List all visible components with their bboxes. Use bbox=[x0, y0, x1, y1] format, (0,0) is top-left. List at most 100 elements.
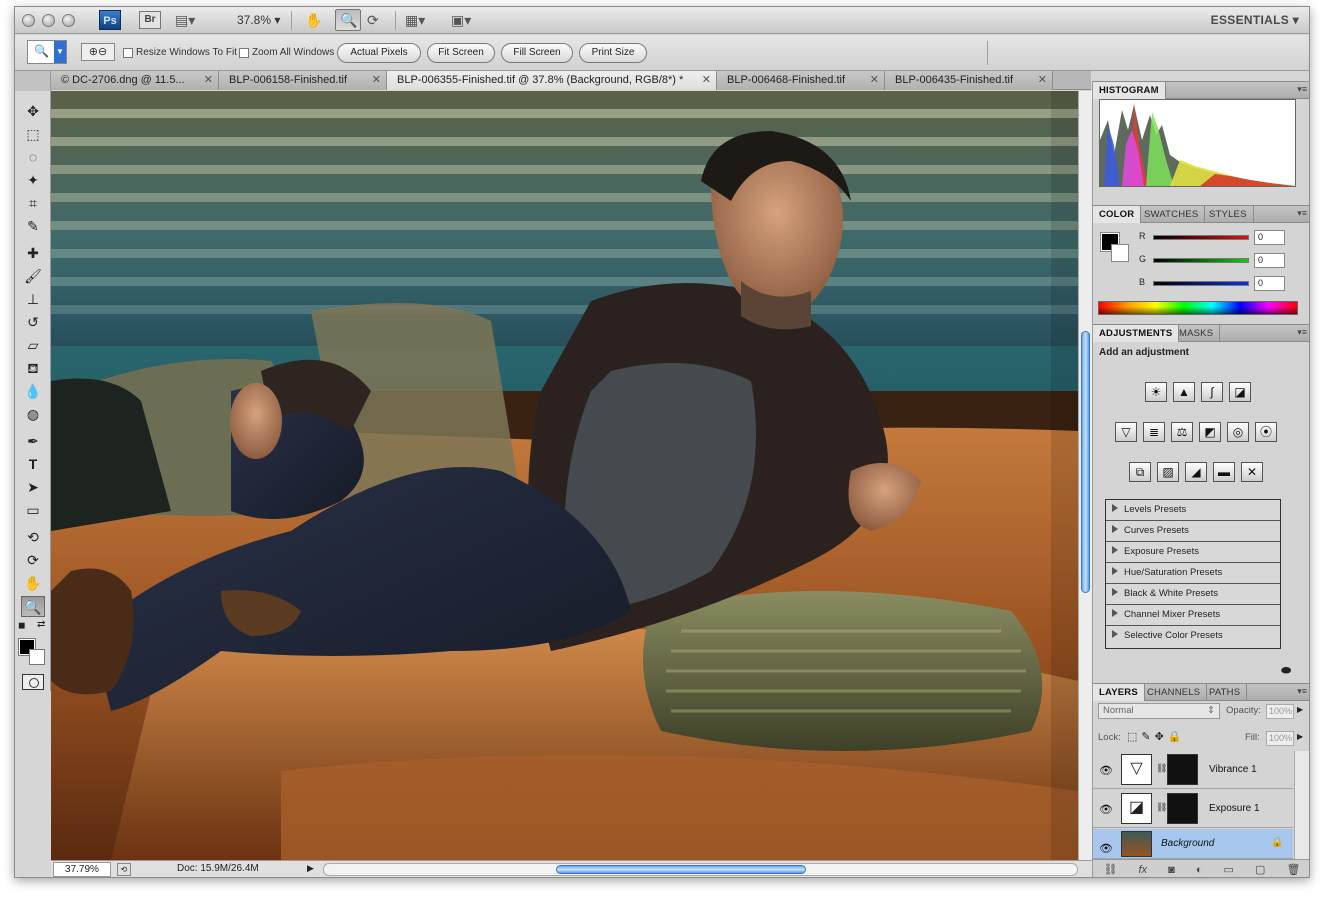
type-tool-icon[interactable]: T bbox=[21, 454, 45, 475]
tab-layers[interactable]: LAYERS bbox=[1093, 684, 1145, 701]
fill-arrow-icon[interactable]: ▶ bbox=[1297, 732, 1303, 741]
close-tab-icon[interactable]: ✕ bbox=[204, 71, 213, 89]
layer-name[interactable]: Background bbox=[1161, 838, 1214, 849]
magic-wand-tool-icon[interactable]: ✦ bbox=[21, 170, 45, 191]
dodge-tool-icon[interactable]: ◍ bbox=[21, 404, 45, 425]
minimize-window-button[interactable] bbox=[42, 14, 55, 27]
horizontal-scrollbar[interactable] bbox=[323, 863, 1078, 876]
selective-color-icon[interactable]: ✕ bbox=[1241, 462, 1263, 482]
photo-filter-icon[interactable]: ◎ bbox=[1227, 422, 1249, 442]
paint-bucket-tool-icon[interactable]: ⛾ bbox=[21, 358, 45, 379]
preset-item[interactable]: Levels Presets bbox=[1106, 500, 1280, 521]
workspace-switcher[interactable]: ESSENTIALS ▾ bbox=[1211, 13, 1299, 27]
layer-name[interactable]: Exposure 1 bbox=[1209, 803, 1260, 814]
zoom-tool-icon[interactable]: 🔍 bbox=[21, 596, 45, 617]
marquee-tool-icon[interactable]: ⬚ bbox=[21, 124, 45, 145]
green-value-field[interactable]: 0 bbox=[1254, 253, 1285, 268]
checkbox-box[interactable] bbox=[123, 47, 133, 58]
blue-slider[interactable] bbox=[1153, 281, 1249, 286]
tab-swatches[interactable]: SWATCHES bbox=[1138, 206, 1206, 223]
arrange-documents-icon[interactable]: ▦▾ bbox=[405, 12, 425, 29]
link-icon[interactable]: ⛓ bbox=[1156, 763, 1167, 774]
preset-item[interactable]: Selective Color Presets bbox=[1106, 626, 1280, 647]
preset-item[interactable]: Exposure Presets bbox=[1106, 542, 1280, 563]
eyedropper-tool-icon[interactable]: ✎ bbox=[21, 216, 45, 237]
status-info-icon[interactable]: ⟲ bbox=[117, 863, 131, 876]
panel-menu-icon[interactable]: ▾≡ bbox=[1297, 686, 1307, 697]
lasso-tool-icon[interactable]: ◌ bbox=[21, 147, 45, 168]
zoom-all-windows-checkbox[interactable]: Zoom All Windows bbox=[239, 47, 334, 58]
new-layer-icon[interactable]: ▢ bbox=[1255, 863, 1265, 876]
path-selection-tool-icon[interactable]: ➤ bbox=[21, 477, 45, 498]
view-extras-icon[interactable]: ▤▾ bbox=[175, 12, 195, 29]
color-balance-icon[interactable]: ⚖ bbox=[1171, 422, 1193, 442]
layer-mask-thumbnail[interactable] bbox=[1167, 793, 1198, 824]
black-white-icon[interactable]: ◩ bbox=[1199, 422, 1221, 442]
close-window-button[interactable] bbox=[22, 14, 35, 27]
red-value-field[interactable]: 0 bbox=[1254, 230, 1285, 245]
tab-dc-2706[interactable]: © DC-2706.dng @ 11.5... ✕ bbox=[51, 71, 219, 90]
hue-saturation-icon[interactable]: ≣ bbox=[1143, 422, 1165, 442]
tab-histogram[interactable]: HISTOGRAM bbox=[1093, 82, 1166, 99]
blue-value-field[interactable]: 0 bbox=[1254, 276, 1285, 291]
vertical-scrollbar[interactable] bbox=[1078, 91, 1092, 860]
vibrance-icon[interactable]: ▽ bbox=[1115, 422, 1137, 442]
exposure-icon[interactable]: ◪ bbox=[1229, 382, 1251, 402]
zoom-in-out-buttons[interactable]: ⊕⊖ bbox=[81, 43, 115, 61]
brush-tool-icon[interactable]: 🖌 bbox=[21, 266, 45, 287]
panel-menu-icon[interactable]: ▾≡ bbox=[1297, 208, 1307, 219]
clip-to-layer-icon[interactable]: ⬬ bbox=[1281, 663, 1291, 678]
link-layers-icon[interactable]: ⛓ bbox=[1104, 863, 1118, 876]
tab-blp-006435[interactable]: BLP-006435-Finished.tif ✕ bbox=[885, 71, 1053, 90]
vertical-scroll-thumb[interactable] bbox=[1081, 331, 1090, 593]
blur-tool-icon[interactable]: 💧 bbox=[21, 381, 45, 402]
layer-name[interactable]: Vibrance 1 bbox=[1209, 764, 1257, 775]
tab-masks[interactable]: MASKS bbox=[1173, 325, 1221, 342]
preset-item[interactable]: Channel Mixer Presets bbox=[1106, 605, 1280, 626]
close-tab-icon[interactable]: ✕ bbox=[870, 71, 879, 89]
tab-color[interactable]: COLOR bbox=[1093, 206, 1142, 223]
panel-menu-icon[interactable]: ▾≡ bbox=[1297, 84, 1307, 95]
green-slider[interactable] bbox=[1153, 258, 1249, 263]
posterize-icon[interactable]: ▨ bbox=[1157, 462, 1179, 482]
tab-styles[interactable]: STYLES bbox=[1203, 206, 1254, 223]
pen-tool-icon[interactable]: ✒ bbox=[21, 431, 45, 452]
eraser-tool-icon[interactable]: ▱ bbox=[21, 335, 45, 356]
channel-mixer-icon[interactable]: ⦿ bbox=[1255, 422, 1277, 442]
invert-icon[interactable]: ⧉ bbox=[1129, 462, 1151, 482]
actual-pixels-button[interactable]: Actual Pixels bbox=[337, 43, 421, 63]
close-tab-icon[interactable]: ✕ bbox=[372, 71, 381, 89]
tab-blp-006355[interactable]: BLP-006355-Finished.tif @ 37.8% (Backgro… bbox=[387, 71, 717, 90]
fill-field[interactable]: 100% bbox=[1266, 731, 1294, 746]
tab-paths[interactable]: PATHS bbox=[1203, 684, 1248, 701]
hand-tool-icon[interactable]: ✋ bbox=[21, 573, 45, 594]
eye-icon[interactable]: 👁 bbox=[1099, 764, 1113, 777]
preset-item[interactable]: Black & White Presets bbox=[1106, 584, 1280, 605]
zoom-window-button[interactable] bbox=[62, 14, 75, 27]
preset-item[interactable]: Curves Presets bbox=[1106, 521, 1280, 542]
layer-style-icon[interactable]: fx bbox=[1139, 864, 1148, 876]
tab-channels[interactable]: CHANNELS bbox=[1141, 684, 1208, 701]
document-canvas[interactable] bbox=[51, 91, 1078, 860]
opacity-field[interactable]: 100% bbox=[1266, 704, 1294, 719]
curves-icon[interactable]: ∫ bbox=[1201, 382, 1223, 402]
brightness-contrast-icon[interactable]: ☀ bbox=[1145, 382, 1167, 402]
layer-row[interactable]: 👁 Background 🔒 bbox=[1093, 829, 1293, 859]
layer-mask-thumbnail[interactable] bbox=[1167, 754, 1198, 785]
blend-mode-select[interactable]: Normal ⇕ bbox=[1098, 703, 1220, 719]
healing-brush-tool-icon[interactable]: ✚ bbox=[21, 243, 45, 264]
resize-windows-checkbox[interactable]: Resize Windows To Fit bbox=[123, 47, 237, 58]
3d-rotate-tool-icon[interactable]: ⟲ bbox=[21, 527, 45, 548]
fill-screen-button[interactable]: Fill Screen bbox=[501, 43, 573, 63]
launch-bridge-button[interactable]: Br bbox=[139, 11, 161, 29]
hand-tool-icon[interactable]: ✋ bbox=[305, 12, 322, 29]
zoom-level-dropdown[interactable]: 37.8% ▾ bbox=[237, 13, 280, 27]
trash-icon[interactable]: 🗑 bbox=[1286, 863, 1300, 876]
layers-scrollbar[interactable] bbox=[1294, 751, 1309, 859]
clone-stamp-tool-icon[interactable]: ⊥ bbox=[21, 289, 45, 310]
tool-preset-picker[interactable]: 🔍 ▼ bbox=[27, 40, 67, 64]
print-size-button[interactable]: Print Size bbox=[579, 43, 647, 63]
panel-menu-icon[interactable]: ▾≡ bbox=[1297, 327, 1307, 338]
shape-tool-icon[interactable]: ▭ bbox=[21, 500, 45, 521]
color-spectrum-ramp[interactable] bbox=[1098, 301, 1298, 315]
